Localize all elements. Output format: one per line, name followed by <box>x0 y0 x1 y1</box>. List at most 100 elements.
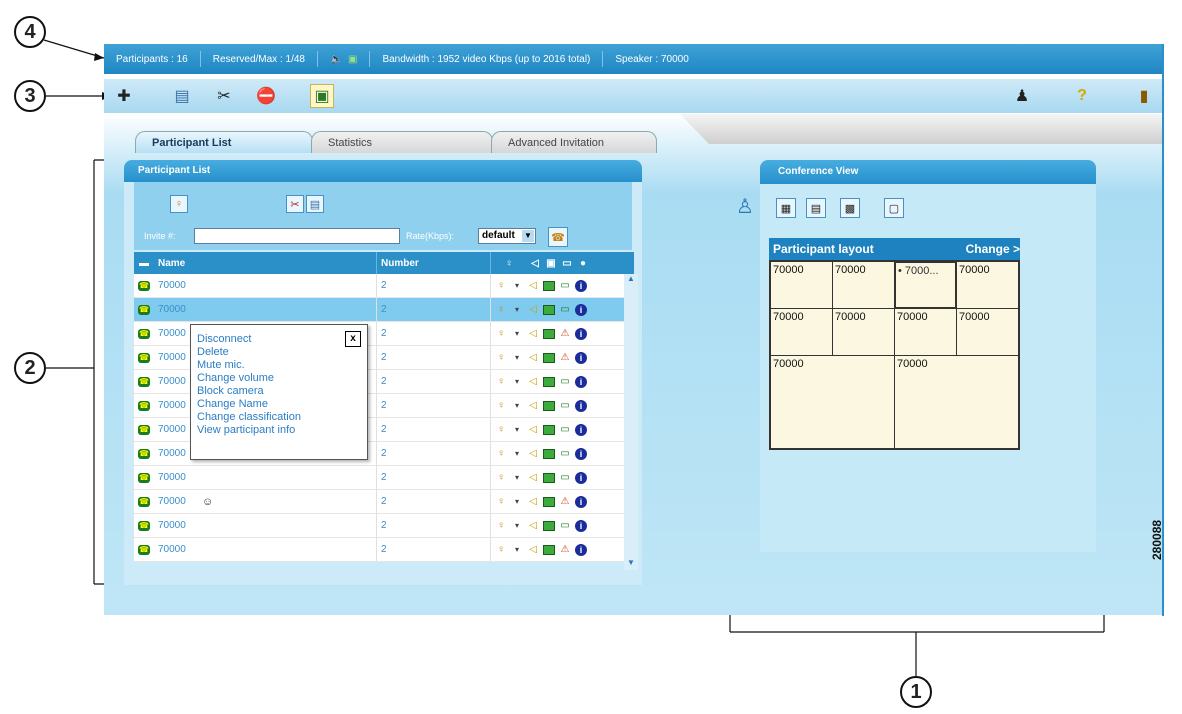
mic-icon[interactable]: ♀ <box>495 400 507 412</box>
user-icon[interactable]: ♟ <box>1010 84 1034 108</box>
camera-icon[interactable]: ▭ <box>559 448 571 460</box>
participant-name[interactable]: 70000 <box>158 274 376 297</box>
menu-item-change-name[interactable]: Change Name <box>197 398 268 411</box>
table-row[interactable]: ☎ 70000 ☺ 2 ♀ ▾ ◁ ⚠ i <box>134 490 634 514</box>
camera-icon[interactable]: ▭ <box>559 400 571 412</box>
menu-item-view-participant-info[interactable]: View participant info <box>197 424 295 437</box>
help-icon[interactable]: ? <box>1070 84 1094 108</box>
speaker-icon[interactable]: ◁ <box>527 496 539 508</box>
info-icon[interactable]: i <box>575 423 587 436</box>
scroll-down-icon[interactable]: ▼ <box>624 558 638 570</box>
info-icon[interactable]: i <box>575 495 587 508</box>
rate-select[interactable]: default ▼ <box>478 228 536 244</box>
mic-icon[interactable]: ♀ <box>495 520 507 532</box>
camera-blocked-icon[interactable]: ⚠ <box>559 352 571 364</box>
chevron-down-icon[interactable]: ▾ <box>511 496 523 508</box>
chevron-down-icon[interactable]: ▾ <box>511 424 523 436</box>
layout-cell[interactable]: 70000 <box>894 308 957 356</box>
info-icon[interactable]: i <box>575 375 587 388</box>
stop-icon[interactable]: ⛔ <box>254 84 278 108</box>
menu-item-mute-mic[interactable]: Mute mic. <box>197 359 245 372</box>
speaker-icon[interactable]: ◁ <box>527 424 539 436</box>
screen-icon[interactable] <box>543 448 555 459</box>
dial-icon[interactable]: ☎ <box>548 227 568 247</box>
chevron-down-icon[interactable]: ▾ <box>511 472 523 484</box>
screen-icon[interactable] <box>543 328 555 339</box>
chevron-down-icon[interactable]: ▾ <box>511 352 523 364</box>
info-icon[interactable]: i <box>575 447 587 460</box>
camera-icon[interactable]: ▭ <box>559 520 571 532</box>
info-icon[interactable]: i <box>575 351 587 364</box>
layout-grid-icon[interactable]: ▤ <box>806 198 826 218</box>
chevron-down-icon[interactable]: ▼ <box>522 230 534 242</box>
mic-icon[interactable]: ♀ <box>495 328 507 340</box>
video-icon[interactable]: ▣ <box>310 84 334 108</box>
chevron-down-icon[interactable]: ▾ <box>511 280 523 292</box>
change-layout-link[interactable]: Change > <box>966 242 1020 256</box>
info-icon[interactable]: i <box>575 519 587 532</box>
chevron-down-icon[interactable]: ▾ <box>511 544 523 556</box>
info-icon[interactable]: i <box>575 303 587 316</box>
info-icon[interactable]: i <box>575 399 587 412</box>
chevron-down-icon[interactable]: ▾ <box>511 448 523 460</box>
mic-icon[interactable]: ♀ <box>495 280 507 292</box>
layout-cell[interactable]: 70000 <box>770 355 895 449</box>
camera-icon[interactable]: ▭ <box>559 304 571 316</box>
camera-icon[interactable]: ▭ <box>559 280 571 292</box>
layout-cell[interactable]: 70000 <box>894 355 1019 449</box>
camera-blocked-icon[interactable]: ⚠ <box>559 544 571 556</box>
header-number[interactable]: Number <box>376 252 490 274</box>
tab-statistics[interactable]: Statistics <box>311 131 493 153</box>
table-row[interactable]: ☎ 70000 2 ♀ ▾ ◁ ▭ i <box>134 514 634 538</box>
screen-icon[interactable] <box>543 400 555 411</box>
person-icon[interactable]: ♙ <box>736 194 754 220</box>
exit-icon[interactable]: ▮ <box>1132 84 1156 108</box>
screen-icon[interactable] <box>543 352 555 363</box>
table-row[interactable]: ☎ 70000 2 ♀ ▾ ◁ ⚠ i <box>134 538 634 562</box>
layout-cell[interactable]: 70000 <box>832 261 895 309</box>
chevron-down-icon[interactable]: ▾ <box>511 376 523 388</box>
mic-icon[interactable]: ♀ <box>495 424 507 436</box>
screen-icon[interactable] <box>543 424 555 435</box>
mic-icon[interactable]: ♀ <box>495 472 507 484</box>
tools-icon[interactable]: ✂ <box>286 195 304 213</box>
participant-name[interactable]: 70000 <box>158 514 376 537</box>
screen-icon[interactable] <box>543 496 555 507</box>
camera-icon[interactable]: ▭ <box>559 376 571 388</box>
menu-item-disconnect[interactable]: Disconnect <box>197 333 251 346</box>
chevron-down-icon[interactable]: ▾ <box>511 328 523 340</box>
camera-icon[interactable]: ▭ <box>559 424 571 436</box>
mic-icon[interactable]: ♀ <box>495 352 507 364</box>
mic-icon[interactable]: ♀ <box>495 496 507 508</box>
speaker-icon[interactable]: ◁ <box>527 520 539 532</box>
table-row[interactable]: ☎ 70000 2 ♀ ▾ ◁ ▭ i <box>134 274 634 298</box>
info-icon[interactable]: i <box>575 279 587 292</box>
menu-item-block-camera[interactable]: Block camera <box>197 385 264 398</box>
layout-cell[interactable]: 70000 <box>956 308 1019 356</box>
close-icon[interactable]: x <box>345 331 361 347</box>
camera-icon[interactable]: ▭ <box>559 472 571 484</box>
layout-cell[interactable]: 70000 <box>956 261 1019 309</box>
scroll-up-icon[interactable]: ▲ <box>624 274 638 286</box>
participant-name[interactable]: 70000 <box>158 538 376 561</box>
layout-cell[interactable]: 70000 <box>770 261 833 309</box>
camera-blocked-icon[interactable]: ⚠ <box>559 328 571 340</box>
mic-icon[interactable]: ♀ <box>495 304 507 316</box>
participant-name[interactable]: 70000 <box>158 466 376 489</box>
screen-icon[interactable] <box>543 520 555 531</box>
layout-single-icon[interactable]: ▢ <box>884 198 904 218</box>
mic-icon[interactable]: ♀ <box>495 448 507 460</box>
document-icon[interactable]: ▤ <box>170 84 194 108</box>
layout-cell-selected[interactable]: • 7000... <box>894 261 957 309</box>
chevron-down-icon[interactable]: ▾ <box>511 400 523 412</box>
speaker-icon[interactable]: ◁ <box>527 328 539 340</box>
chevron-down-icon[interactable]: ▾ <box>511 304 523 316</box>
mic-icon[interactable]: ♀ <box>495 376 507 388</box>
tab-advanced-invitation[interactable]: Advanced Invitation <box>491 131 657 153</box>
copy-icon[interactable]: ▤ <box>306 195 324 213</box>
layout-people-icon[interactable]: ▦ <box>776 198 796 218</box>
participant-name[interactable]: 70000 <box>158 298 376 321</box>
menu-item-change-classification[interactable]: Change classification <box>197 411 301 424</box>
info-icon[interactable]: i <box>575 543 587 556</box>
add-participant-icon[interactable]: ✚ <box>112 84 136 108</box>
